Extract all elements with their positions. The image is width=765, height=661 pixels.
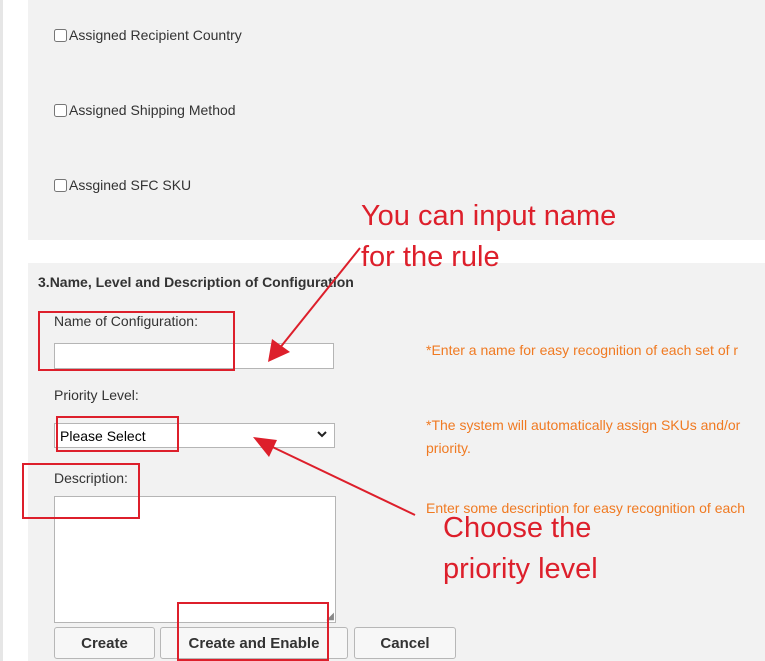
- recipient-country-label: Assigned Recipient Country: [69, 27, 242, 43]
- annotation-priority-line2: priority level: [443, 553, 598, 585]
- priority-level-label: Priority Level:: [54, 387, 139, 403]
- shipping-method-label: Assigned Shipping Method: [69, 102, 236, 118]
- annotation-name-line2: for the rule: [361, 241, 500, 273]
- annotation-name-line1: You can input name: [361, 200, 617, 232]
- priority-hint-line1: *The system will automatically assign SK…: [426, 417, 741, 433]
- priority-hint-line2: priority.: [426, 440, 471, 456]
- chevron-down-icon: [317, 431, 327, 438]
- sfc-sku-checkbox[interactable]: [54, 178, 67, 192]
- name-highlight-box: [38, 311, 235, 371]
- left-border: [0, 0, 3, 661]
- checkbox-assigned-sfc-sku[interactable]: Assgined SFC SKU: [54, 176, 191, 194]
- checkbox-assigned-shipping-method[interactable]: Assigned Shipping Method: [54, 101, 236, 119]
- shipping-method-checkbox[interactable]: [54, 103, 67, 117]
- checkbox-assigned-recipient-country[interactable]: Assigned Recipient Country: [54, 26, 242, 44]
- create-enable-highlight-box: [177, 602, 329, 661]
- sfc-sku-label: Assgined SFC SKU: [69, 177, 192, 193]
- create-button[interactable]: Create: [54, 627, 155, 659]
- description-highlight-box: [22, 463, 140, 519]
- section-number: 3.: [38, 274, 50, 290]
- section-title: 3.Name, Level and Description of Configu…: [38, 274, 354, 290]
- cancel-button[interactable]: Cancel: [354, 627, 456, 659]
- annotation-priority-line1: Choose the: [443, 512, 592, 544]
- section-title-text: Name, Level and Description of Configura…: [49, 274, 354, 290]
- recipient-country-checkbox[interactable]: [54, 28, 67, 42]
- priority-highlight-box: [56, 416, 179, 452]
- name-hint: *Enter a name for easy recognition of ea…: [426, 342, 739, 358]
